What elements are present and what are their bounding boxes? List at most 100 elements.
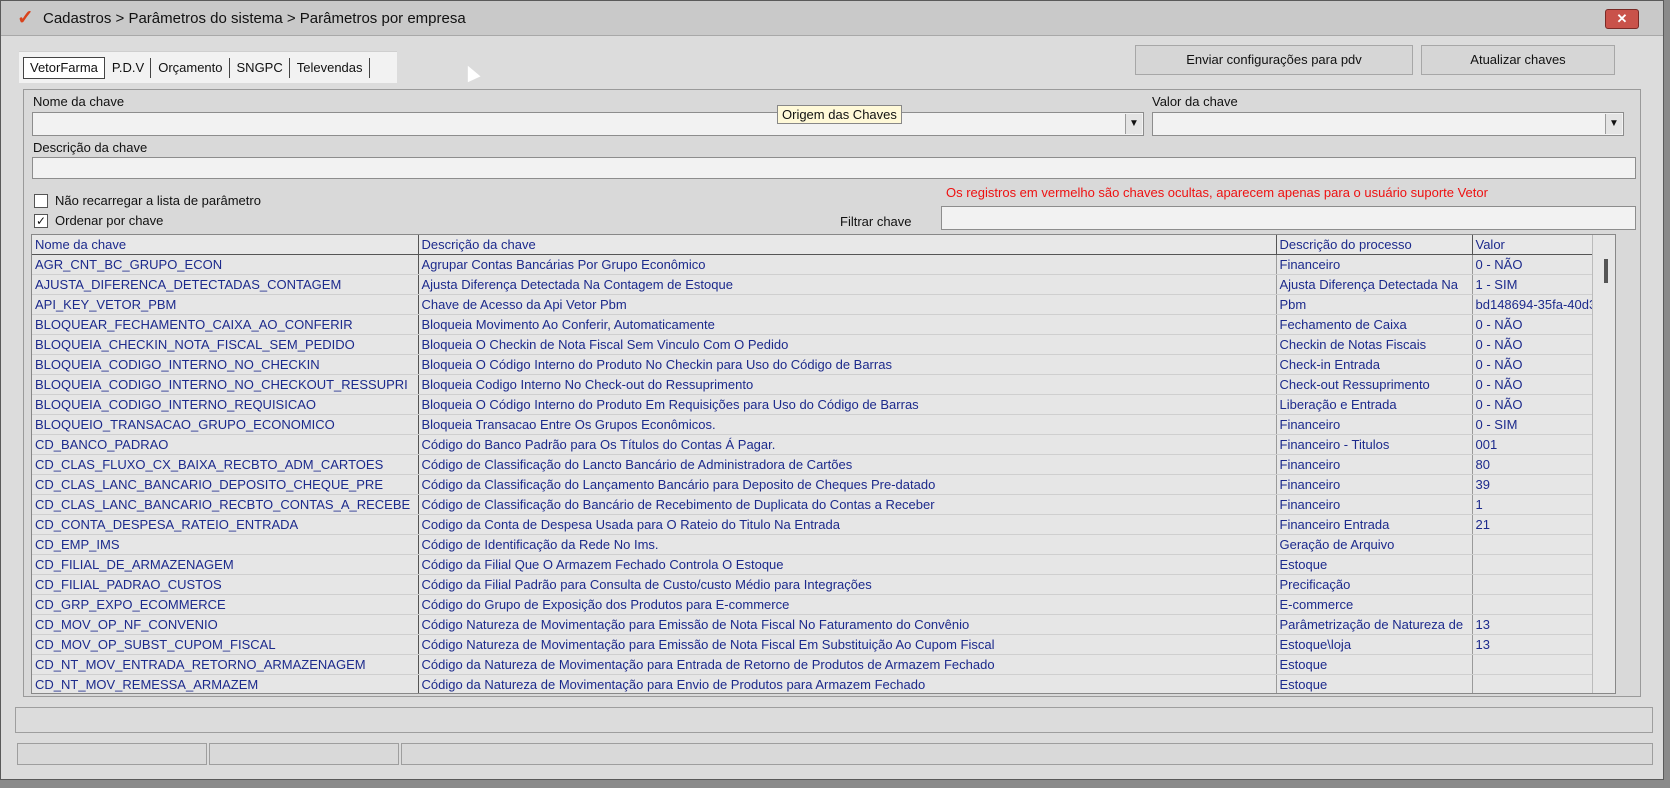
table-row[interactable]: CD_CLAS_FLUXO_CX_BAIXA_RECBTO_ADM_CARTOE… <box>32 454 1613 475</box>
table-row[interactable]: CD_MOV_OP_SUBST_CUPOM_FISCAL Código Natur… <box>32 634 1613 655</box>
value-cell[interactable] <box>1472 554 1613 575</box>
value-cell[interactable] <box>1472 574 1613 595</box>
tab-orcamento[interactable]: Orçamento <box>152 57 230 78</box>
table-row[interactable]: API_KEY_VETOR_PBM Chave de Acesso da Api … <box>32 294 1613 315</box>
table-row[interactable]: CD_BANCO_PADRAO Código do Banco Padrão pa… <box>32 434 1613 455</box>
value-cell[interactable]: bd148694-35fa-40d3-8 <box>1472 294 1613 315</box>
process-cell[interactable]: Financeiro Entrada <box>1276 514 1473 535</box>
process-cell[interactable]: Financeiro <box>1276 254 1473 275</box>
value-cell[interactable]: 001 <box>1472 434 1613 455</box>
key-description-cell[interactable]: Código do Grupo de Exposição dos Produto… <box>418 594 1277 615</box>
key-name-cell[interactable]: BLOQUEIA_CODIGO_INTERNO_NO_CHECKIN <box>32 354 419 375</box>
key-description-cell[interactable]: Código Natureza de Movimentação para Emi… <box>418 634 1277 655</box>
key-name-cell[interactable]: API_KEY_VETOR_PBM <box>32 294 419 315</box>
key-name-cell[interactable]: CD_EMP_IMS <box>32 534 419 555</box>
close-button[interactable]: ✕ <box>1605 9 1639 29</box>
key-description-cell[interactable]: Codigo da Conta de Despesa Usada para O … <box>418 514 1277 535</box>
value-cell[interactable]: 1 <box>1472 494 1613 515</box>
process-cell[interactable]: Financeiro - Titulos <box>1276 434 1473 455</box>
key-description-cell[interactable]: Bloqueia O Checkin de Nota Fiscal Sem Vi… <box>418 334 1277 355</box>
value-cell[interactable]: 0 - NÃO <box>1472 334 1613 355</box>
chevron-down-icon[interactable]: ▼ <box>1605 114 1622 134</box>
table-row[interactable]: CD_MOV_OP_NF_CONVENIO Código Natureza de … <box>32 614 1613 635</box>
process-cell[interactable]: E-commerce <box>1276 594 1473 615</box>
process-cell[interactable]: Fechamento de Caixa <box>1276 314 1473 335</box>
process-cell[interactable]: Financeiro <box>1276 474 1473 495</box>
tab-vetorfarma[interactable]: VetorFarma <box>23 56 105 79</box>
tab-sngpc[interactable]: SNGPC <box>231 57 290 78</box>
key-name-cell[interactable]: BLOQUEIO_TRANSACAO_GRUPO_ECONOMICO <box>32 414 419 435</box>
process-cell[interactable]: Ajusta Diferença Detectada Na <box>1276 274 1473 295</box>
table-row[interactable]: CD_GRP_EXPO_ECOMMERCE Código do Grupo de … <box>32 594 1613 615</box>
table-row[interactable]: CD_FILIAL_PADRAO_CUSTOS Código da Filial … <box>32 574 1613 595</box>
process-cell[interactable]: Financeiro <box>1276 454 1473 475</box>
value-cell[interactable]: 0 - SIM <box>1472 414 1613 435</box>
chevron-down-icon[interactable]: ▼ <box>1125 114 1142 134</box>
value-cell[interactable]: 13 <box>1472 634 1613 655</box>
key-description-cell[interactable]: Código de Identificação da Rede No Ims. <box>418 534 1277 555</box>
key-description-cell[interactable]: Bloqueia Codigo Interno No Check-out do … <box>418 374 1277 395</box>
value-cell[interactable]: 13 <box>1472 614 1613 635</box>
process-cell[interactable]: Pbm <box>1276 294 1473 315</box>
key-description-cell[interactable]: Código da Natureza de Movimentação para … <box>418 674 1277 693</box>
key-name-cell[interactable]: BLOQUEIA_CHECKIN_NOTA_FISCAL_SEM_PEDIDO <box>32 334 419 355</box>
key-name-cell[interactable]: AJUSTA_DIFERENCA_DETECTADAS_CONTAGEM <box>32 274 419 295</box>
key-name-cell[interactable]: BLOQUEAR_FECHAMENTO_CAIXA_AO_CONFERIR <box>32 314 419 335</box>
table-row[interactable]: AJUSTA_DIFERENCA_DETECTADAS_CONTAGEM Ajus… <box>32 274 1613 295</box>
tab-televendas[interactable]: Televendas <box>291 57 370 78</box>
key-name-cell[interactable]: BLOQUEIA_CODIGO_INTERNO_REQUISICAO <box>32 394 419 415</box>
column-header-value[interactable]: Valor <box>1472 235 1613 255</box>
key-description-cell[interactable]: Ajusta Diferença Detectada Na Contagem d… <box>418 274 1277 295</box>
table-row[interactable]: CD_CLAS_LANC_BANCARIO_DEPOSITO_CHEQUE_PR… <box>32 474 1613 495</box>
value-cell[interactable] <box>1472 674 1613 693</box>
key-description-cell[interactable]: Código de Classificação do Lancto Bancár… <box>418 454 1277 475</box>
key-description-cell[interactable]: Código do Banco Padrão para Os Títulos d… <box>418 434 1277 455</box>
table-row[interactable]: CD_NT_MOV_ENTRADA_RETORNO_ARMAZENAGEM Cód… <box>32 654 1613 675</box>
key-description-field[interactable] <box>32 157 1636 179</box>
key-name-cell[interactable]: CD_GRP_EXPO_ECOMMERCE <box>32 594 419 615</box>
process-cell[interactable]: Financeiro <box>1276 494 1473 515</box>
table-row[interactable]: CD_NT_MOV_REMESSA_ARMAZEM Código da Natur… <box>32 674 1613 693</box>
key-description-cell[interactable]: Código Natureza de Movimentação para Emi… <box>418 614 1277 635</box>
value-cell[interactable]: 0 - NÃO <box>1472 394 1613 415</box>
key-name-cell[interactable]: CD_FILIAL_PADRAO_CUSTOS <box>32 574 419 595</box>
key-description-cell[interactable]: Bloqueia Transacao Entre Os Grupos Econô… <box>418 414 1277 435</box>
table-row[interactable]: CD_CLAS_LANC_BANCARIO_RECBTO_CONTAS_A_RE… <box>32 494 1613 515</box>
key-name-cell[interactable]: CD_CLAS_LANC_BANCARIO_RECBTO_CONTAS_A_RE… <box>32 494 419 515</box>
value-cell[interactable]: 0 - NÃO <box>1472 354 1613 375</box>
key-description-cell[interactable]: Código de Classificação do Bancário de R… <box>418 494 1277 515</box>
key-name-cell[interactable]: CD_FILIAL_DE_ARMAZENAGEM <box>32 554 419 575</box>
no-reload-checkbox[interactable] <box>34 194 48 208</box>
key-description-cell[interactable]: Agrupar Contas Bancárias Por Grupo Econô… <box>418 254 1277 275</box>
key-description-cell[interactable]: Bloqueia O Código Interno do Produto Em … <box>418 394 1277 415</box>
table-row[interactable]: BLOQUEIA_CHECKIN_NOTA_FISCAL_SEM_PEDIDO B… <box>32 334 1613 355</box>
update-keys-button[interactable]: Atualizar chaves <box>1421 45 1615 75</box>
table-row[interactable]: CD_EMP_IMS Código de Identificação da Red… <box>32 534 1613 555</box>
table-row[interactable]: BLOQUEIO_TRANSACAO_GRUPO_ECONOMICO Bloque… <box>32 414 1613 435</box>
table-row[interactable]: AGR_CNT_BC_GRUPO_ECON Agrupar Contas Banc… <box>32 254 1613 275</box>
process-cell[interactable]: Precificação <box>1276 574 1473 595</box>
key-name-cell[interactable]: CD_NT_MOV_REMESSA_ARMAZEM <box>32 674 419 693</box>
value-cell[interactable]: 0 - NÃO <box>1472 314 1613 335</box>
process-cell[interactable]: Estoque\loja <box>1276 634 1473 655</box>
send-config-button[interactable]: Enviar configurações para pdv <box>1135 45 1413 75</box>
key-name-cell[interactable]: CD_CLAS_FLUXO_CX_BAIXA_RECBTO_ADM_CARTOE… <box>32 454 419 475</box>
key-description-cell[interactable]: Chave de Acesso da Api Vetor Pbm <box>418 294 1277 315</box>
process-cell[interactable]: Financeiro <box>1276 414 1473 435</box>
key-name-cell[interactable]: CD_BANCO_PADRAO <box>32 434 419 455</box>
table-row[interactable]: BLOQUEIA_CODIGO_INTERNO_NO_CHECKOUT_RESS… <box>32 374 1613 395</box>
process-cell[interactable]: Estoque <box>1276 654 1473 675</box>
value-cell[interactable]: 1 - SIM <box>1472 274 1613 295</box>
key-description-cell[interactable]: Bloqueia O Código Interno do Produto No … <box>418 354 1277 375</box>
tab-pdv[interactable]: P.D.V <box>106 57 152 78</box>
value-cell[interactable] <box>1472 534 1613 555</box>
key-name-cell[interactable]: CD_MOV_OP_SUBST_CUPOM_FISCAL <box>32 634 419 655</box>
value-cell[interactable] <box>1472 654 1613 675</box>
key-description-cell[interactable]: Código da Natureza de Movimentação para … <box>418 654 1277 675</box>
scrollbar-thumb[interactable] <box>1604 259 1608 283</box>
process-cell[interactable]: Check-in Entrada <box>1276 354 1473 375</box>
process-cell[interactable]: Liberação e Entrada <box>1276 394 1473 415</box>
value-cell[interactable]: 80 <box>1472 454 1613 475</box>
value-cell[interactable]: 21 <box>1472 514 1613 535</box>
value-cell[interactable]: 0 - NÃO <box>1472 374 1613 395</box>
